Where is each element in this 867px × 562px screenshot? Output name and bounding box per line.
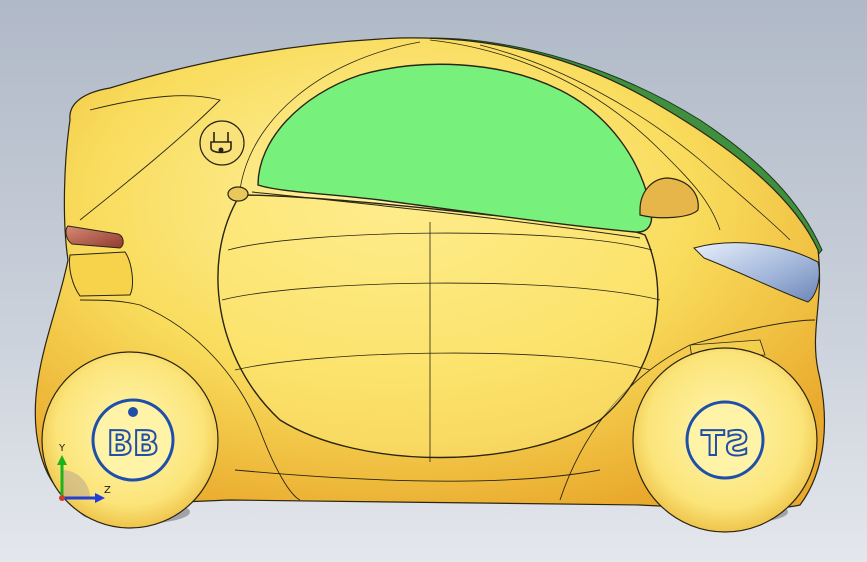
triad-z-label: Z bbox=[104, 485, 111, 496]
door-panel[interactable] bbox=[217, 194, 659, 459]
triad-x-axis bbox=[59, 495, 65, 501]
plug-dot bbox=[218, 147, 224, 153]
charge-port-cover[interactable] bbox=[199, 120, 245, 166]
rear-badge: BB bbox=[107, 424, 159, 464]
front-badge: ST bbox=[700, 424, 748, 464]
car-model-view[interactable]: BB ST bbox=[0, 0, 867, 562]
graphics-viewport[interactable]: BB ST Y Z bbox=[0, 0, 867, 562]
triad-y-label: Y bbox=[59, 443, 66, 454]
rear-reflector bbox=[69, 251, 133, 297]
rear-badge-dot bbox=[128, 407, 138, 417]
door-handle[interactable] bbox=[227, 186, 249, 202]
